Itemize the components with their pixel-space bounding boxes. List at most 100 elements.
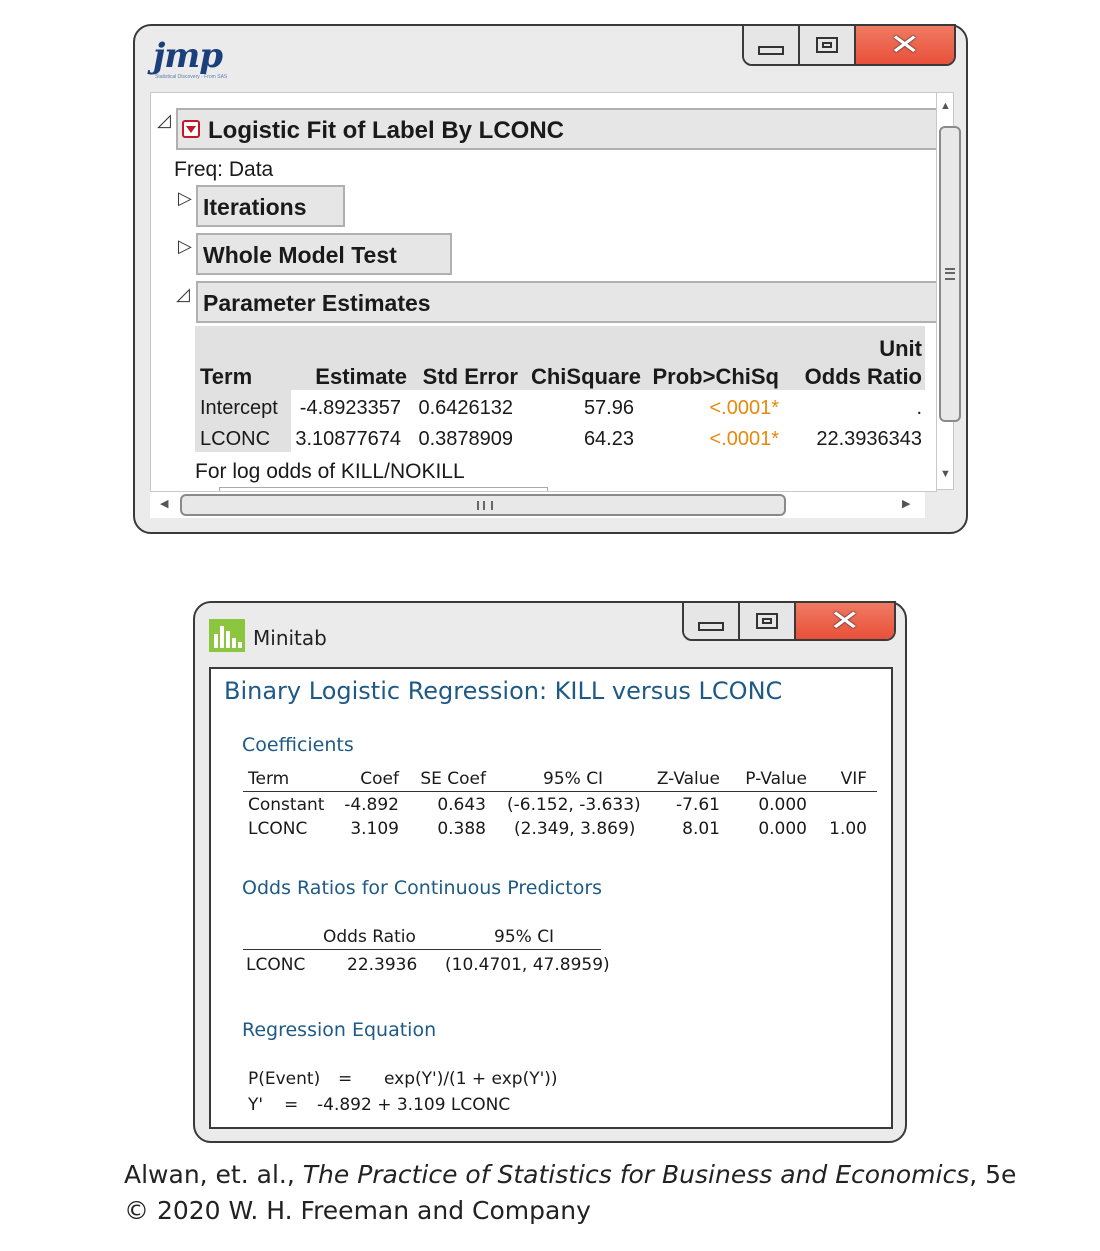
row-lconc-prob: <.0001* (709, 428, 779, 450)
copyright-notice: © 2020 W. H. Freeman and Company (124, 1196, 591, 1225)
minitab-app-name: Minitab (253, 626, 327, 650)
maximize-button[interactable] (740, 603, 796, 639)
row-lconc-chisquare: 64.23 (583, 428, 634, 450)
citation-authors: Alwan, et. al., (124, 1160, 303, 1189)
output-title: Binary Logistic Regression: KILL versus … (224, 677, 783, 705)
disclosure-closed-icon[interactable]: ▷ (178, 188, 192, 209)
row-intercept-estimate: -4.8923357 (299, 397, 401, 419)
iterations-label: Iterations (203, 194, 307, 220)
coef-ci-header: 95% CI (543, 769, 604, 789)
row-lconc-std-error: 0.3878909 (418, 428, 513, 450)
close-button[interactable]: ✕ (796, 603, 894, 639)
coef-row-lconc-se: 0.388 (437, 819, 486, 839)
coef-row-constant-coef: -4.892 (344, 795, 399, 815)
coef-row-constant-term: Constant (248, 795, 325, 815)
equation-line1-rhs: exp(Y')/(1 + exp(Y')) (384, 1069, 558, 1089)
equation-heading: Regression Equation (242, 1019, 437, 1041)
col-odds-ratio-header: Odds Ratio (804, 364, 922, 389)
horizontal-scroll-thumb[interactable] (180, 494, 786, 516)
coefficients-rule (243, 791, 877, 792)
coef-row-lconc-coef: 3.109 (350, 819, 399, 839)
row-intercept-prob: <.0001* (709, 397, 779, 419)
coef-vif-header: VIF (840, 769, 867, 789)
minimize-button[interactable] (744, 26, 800, 64)
grip-icon (945, 268, 955, 280)
equation-line2-lhs: Y' (248, 1095, 264, 1115)
equation-line1-eq: = (338, 1069, 353, 1089)
disclosure-open-icon[interactable]: ◿ (176, 284, 190, 305)
scroll-down-arrow-icon[interactable]: ▼ (940, 469, 951, 480)
coef-row-constant-se: 0.643 (437, 795, 486, 815)
row-intercept-term: Intercept (200, 397, 278, 419)
coef-p-header: P-Value (745, 769, 807, 789)
col-chisquare-header: ChiSquare (530, 364, 641, 389)
scroll-up-arrow-icon[interactable]: ▲ (940, 101, 951, 112)
minitab-window: Minitab ✕ Binary Logistic Regression: KI… (193, 601, 907, 1143)
row-intercept-odds: . (916, 397, 922, 419)
coef-z-header: Z-Value (656, 769, 720, 789)
jmp-logo-tagline: Statistical Discovery · From SAS (155, 74, 228, 80)
row-intercept-chisquare: 57.96 (583, 397, 634, 419)
coef-row-lconc-ci: (2.349, 3.869) (514, 819, 636, 839)
close-icon: ✕ (889, 28, 921, 61)
coef-row-lconc-term: LCONC (248, 819, 308, 839)
jmp-logo: jmp (153, 36, 223, 76)
coef-row-constant-p: 0.000 (758, 795, 807, 815)
coef-term-header: Term (248, 769, 290, 789)
source-citation: Alwan, et. al., The Practice of Statisti… (124, 1160, 1016, 1189)
citation-edition: , 5e (969, 1160, 1017, 1189)
col-unit-header: Unit (879, 336, 922, 361)
jmp-window-controls: ✕ (742, 24, 956, 66)
col-estimate-header: Estimate (315, 364, 407, 389)
disclosure-open-icon[interactable]: ◿ (157, 110, 171, 131)
close-button[interactable]: ✕ (856, 26, 954, 64)
vertical-scrollbar[interactable]: ▲ ▼ (936, 92, 961, 490)
coef-row-lconc-p: 0.000 (758, 819, 807, 839)
minimize-button[interactable] (684, 603, 740, 639)
red-triangle-menu-icon[interactable] (182, 120, 200, 138)
odds-heading: Odds Ratios for Continuous Predictors (242, 877, 603, 899)
col-term-header: Term (200, 364, 253, 389)
log-odds-footnote: For log odds of KILL/NOKILL (195, 460, 465, 483)
citation-book-title: The Practice of Statistics for Business … (302, 1160, 970, 1189)
scroll-right-arrow-icon[interactable]: ▶ (902, 499, 910, 510)
row-intercept-std-error: 0.6426132 (418, 397, 513, 419)
minimize-icon (758, 45, 784, 55)
coef-row-lconc-z: 8.01 (682, 819, 720, 839)
col-prob-header: Prob>ChiSq (652, 364, 779, 389)
equation-line2-rhs: -4.892 + 3.109 LCONC (317, 1095, 511, 1115)
whole-model-label: Whole Model Test (203, 242, 397, 268)
jmp-window: jmp Statistical Discovery · From SAS ✕ ◿… (133, 24, 968, 534)
grip-icon (477, 501, 493, 510)
minitab-window-controls: ✕ (682, 601, 896, 641)
vertical-scroll-thumb[interactable] (939, 126, 961, 422)
disclosure-closed-icon[interactable]: ▷ (178, 236, 192, 257)
maximize-icon (756, 613, 778, 629)
minitab-logo-icon (209, 619, 245, 652)
coef-row-constant-z: -7.61 (676, 795, 720, 815)
freq-label: Freq: Data (174, 158, 274, 181)
col-std-error-header: Std Error (422, 364, 518, 389)
odds-rule (243, 949, 601, 950)
odds-ratio-header: Odds Ratio (323, 927, 416, 947)
row-lconc-estimate: 3.10877674 (295, 428, 401, 450)
parameter-estimates-label: Parameter Estimates (203, 290, 431, 316)
minitab-session-output: Binary Logistic Regression: KILL versus … (209, 667, 893, 1129)
horizontal-scrollbar[interactable]: ◀ ▶ (150, 492, 925, 518)
odds-row-ratio: 22.3936 (347, 955, 418, 975)
odds-row-ci: (10.4701, 47.8959) (445, 955, 610, 975)
report-title: Logistic Fit of Label By LCONC (208, 117, 565, 144)
scroll-left-arrow-icon[interactable]: ◀ (160, 499, 168, 510)
row-lconc-odds: 22.3936343 (816, 428, 922, 450)
row-lconc-term: LCONC (200, 428, 271, 450)
coef-row-lconc-vif: 1.00 (829, 819, 867, 839)
maximize-button[interactable] (800, 26, 856, 64)
coefficients-heading: Coefficients (242, 734, 354, 756)
coef-row-constant-ci: (-6.152, -3.633) (507, 795, 641, 815)
minimize-icon (698, 621, 724, 631)
maximize-icon (816, 37, 838, 53)
jmp-report-area: ◿ Logistic Fit of Label By LCONC Freq: D… (150, 92, 937, 492)
close-icon: ✕ (829, 604, 861, 637)
odds-row-term: LCONC (246, 955, 306, 975)
equation-line1-lhs: P(Event) (248, 1069, 321, 1089)
